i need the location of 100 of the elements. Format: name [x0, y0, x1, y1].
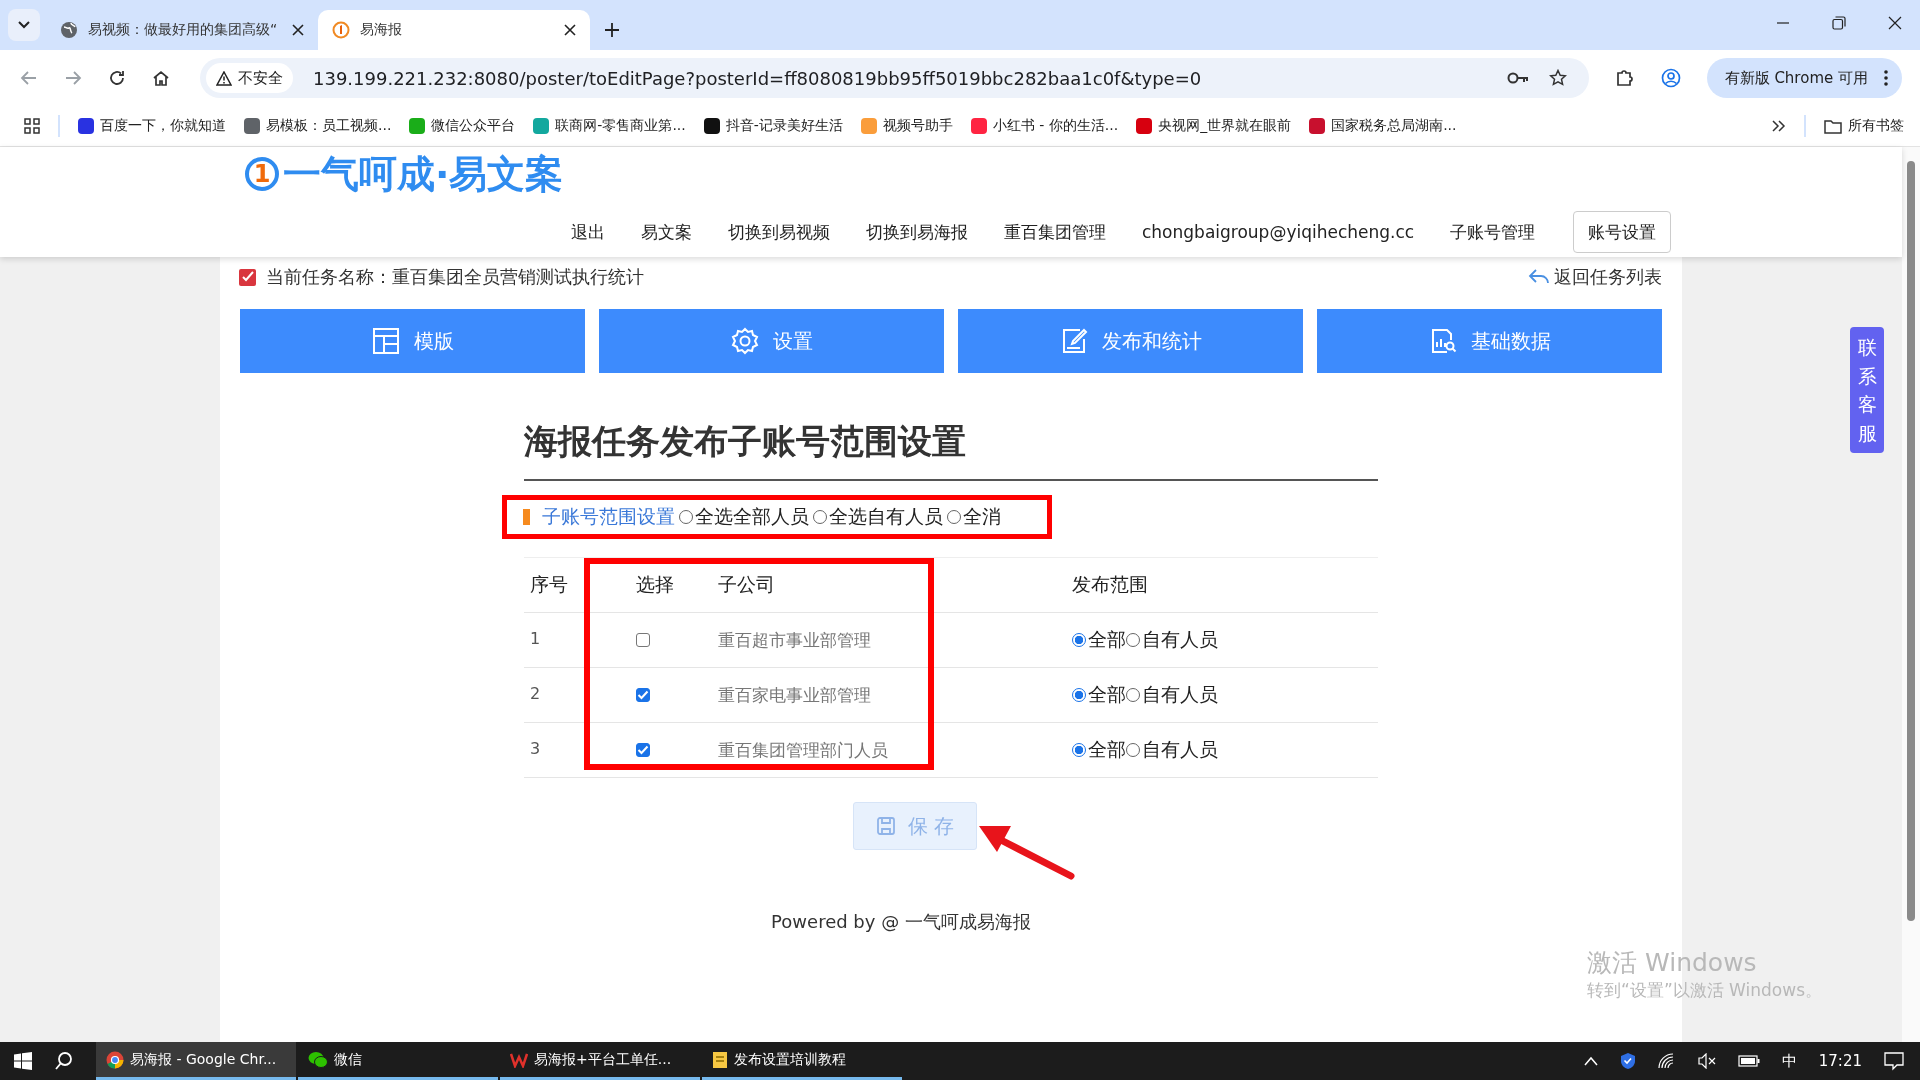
checkbox[interactable] — [636, 688, 650, 702]
update-button[interactable]: 有新版 Chrome 可用 — [1706, 58, 1902, 98]
radio-option[interactable]: 自有人员 — [1126, 737, 1218, 763]
taskbar-label: 微信 — [334, 1050, 362, 1069]
bookmark[interactable]: 百度一下，你就知道 — [78, 117, 226, 135]
layout-icon — [371, 327, 400, 355]
logo-mark: 1 — [245, 157, 279, 191]
security-chip[interactable]: 不安全 — [206, 63, 293, 93]
logo-text: 一气呵成·易文案 — [283, 150, 564, 198]
battery-icon[interactable] — [1737, 1055, 1760, 1067]
scrollbar[interactable] — [1902, 147, 1920, 1042]
new-tab-icon[interactable] — [604, 22, 620, 38]
taskbar-label: 易海报 - Google Chr... — [130, 1050, 277, 1069]
bookmark-folder[interactable]: 所有书签 — [1824, 117, 1904, 135]
form-title: 海报任务发布子账号范围设置 — [524, 373, 1378, 481]
bookmark[interactable]: 央视网_世界就在眼前 — [1136, 117, 1292, 135]
radio-button[interactable] — [679, 510, 693, 524]
radio-option[interactable]: 全部 — [1072, 627, 1126, 653]
shield-icon[interactable] — [1619, 1052, 1636, 1070]
puzzle-icon[interactable] — [1614, 68, 1635, 88]
bookmark[interactable]: 小红书 - 你的生活... — [970, 117, 1119, 135]
input-method[interactable]: 中 — [1781, 1051, 1797, 1071]
nav-link[interactable]: 易文案 — [641, 220, 692, 244]
browser-tab[interactable]: 易视频：做最好用的集团高级“ — [46, 10, 318, 50]
radio-button[interactable] — [1072, 688, 1086, 702]
home-icon[interactable] — [152, 69, 170, 87]
chevron-down-icon — [18, 21, 30, 29]
nav-link[interactable]: 重百集团管理 — [1004, 220, 1106, 244]
checkbox[interactable] — [636, 743, 650, 757]
taskbar-item[interactable]: 易海报 - Google Chr... — [96, 1042, 296, 1080]
address-bar[interactable]: 不安全 139.199.221.232:8080/poster/toEditPage?posterId=ff8080819bb95ff5019bbc282baa1c0f&type=0 — [200, 58, 1589, 98]
search-icon[interactable] — [54, 1051, 74, 1071]
table-cell-text: 重百集团管理部门人员 — [718, 738, 889, 762]
bookmark[interactable]: 微信公众平台 — [409, 117, 516, 135]
radio-option[interactable]: 自有人员 — [1126, 627, 1218, 653]
apps-icon[interactable] — [24, 118, 40, 134]
radio-button[interactable] — [813, 510, 827, 524]
radio-option[interactable]: 全部 — [1072, 682, 1126, 708]
radio-option[interactable]: 全消 — [947, 504, 1001, 530]
table-cell-text: 3 — [529, 738, 542, 758]
radio-option[interactable]: 全部 — [1072, 737, 1126, 763]
radio-button[interactable] — [947, 510, 961, 524]
muted-speaker-icon[interactable] — [1697, 1053, 1716, 1069]
section-marker — [523, 509, 530, 525]
back-link[interactable]: 返回任务列表 — [1528, 265, 1662, 289]
radio-button[interactable] — [1126, 688, 1140, 702]
nav-link[interactable]: 切换到易海报 — [866, 220, 968, 244]
radio-button[interactable] — [1126, 743, 1140, 757]
profile-icon[interactable] — [1660, 68, 1681, 88]
taskbar-item[interactable]: 易海报+平台工单任... — [500, 1042, 700, 1080]
tab-list-button[interactable] — [8, 9, 40, 41]
chat-icon — [308, 1050, 328, 1069]
nav-link[interactable]: 退出 — [571, 220, 605, 244]
footer-text: Powered by @ 一气呵成易海报 — [770, 910, 1032, 934]
notification-icon[interactable] — [1884, 1051, 1904, 1071]
reload-icon[interactable] — [108, 69, 126, 87]
url-text: 139.199.221.232:8080/poster/toEditPage?posterId=ff8080819bb95ff5019bbc282baa1c0f&type=0 — [313, 67, 1203, 89]
column-header: 发布范围 — [1072, 572, 1149, 597]
windows-icon[interactable] — [14, 1052, 32, 1070]
close-icon[interactable] — [564, 24, 576, 36]
browser-icon — [106, 1050, 124, 1069]
bookmark[interactable]: 抖音-记录美好生活 — [703, 117, 843, 135]
taskbar-label: 发布设置培训教程 — [734, 1050, 846, 1069]
forward-icon[interactable] — [64, 69, 82, 87]
restore-icon[interactable] — [1832, 16, 1846, 30]
radio-option[interactable]: 全选自有人员 — [813, 504, 943, 530]
nav-link[interactable]: 子账号管理 — [1450, 220, 1536, 244]
key-icon[interactable] — [1506, 71, 1529, 85]
contact-button[interactable]: 联系客服 — [1850, 327, 1884, 453]
save-icon — [875, 816, 896, 836]
close-icon[interactable] — [1888, 16, 1902, 30]
document-icon — [712, 1050, 728, 1069]
taskbar-item[interactable]: 微信 — [298, 1042, 498, 1080]
taskbar-item[interactable]: 发布设置培训教程 — [702, 1042, 902, 1080]
checkbox[interactable] — [636, 633, 650, 647]
chevron-up-icon[interactable] — [1583, 1056, 1598, 1066]
close-icon[interactable] — [292, 24, 304, 36]
radio-option[interactable]: 自有人员 — [1126, 682, 1218, 708]
table-cell-text: 2 — [529, 683, 542, 703]
nav-link[interactable]: 切换到易视频 — [728, 220, 830, 244]
column-header: 序号 — [529, 572, 569, 597]
bookmark[interactable]: 国家税务总局湖南... — [1309, 117, 1457, 135]
back-icon[interactable] — [20, 69, 38, 87]
bookmark[interactable]: 视频号助手 — [860, 117, 953, 135]
network-icon[interactable] — [1657, 1053, 1676, 1069]
browser-tab[interactable]: 易海报 — [318, 10, 590, 50]
radio-button[interactable] — [1126, 633, 1140, 647]
bookmark[interactable]: 联商网-零售商业第... — [533, 117, 686, 135]
account-settings-button[interactable]: 账号设置 — [1573, 211, 1672, 253]
warning-icon — [216, 70, 232, 86]
radio-button[interactable] — [1072, 633, 1086, 647]
clock[interactable]: 17:21 — [1818, 1052, 1862, 1070]
folder-icon — [1824, 118, 1842, 134]
star-icon[interactable] — [1548, 69, 1567, 87]
radio-button[interactable] — [1072, 743, 1086, 757]
nav-link[interactable]: chongbaigroup@yiqihecheng.cc — [1142, 222, 1415, 242]
radio-option[interactable]: 全选全部人员 — [679, 504, 809, 530]
column-header: 选择 — [635, 572, 675, 597]
chevron-right-icon[interactable] — [1772, 120, 1786, 132]
bookmark[interactable]: 易模板：员工视频... — [244, 117, 392, 135]
